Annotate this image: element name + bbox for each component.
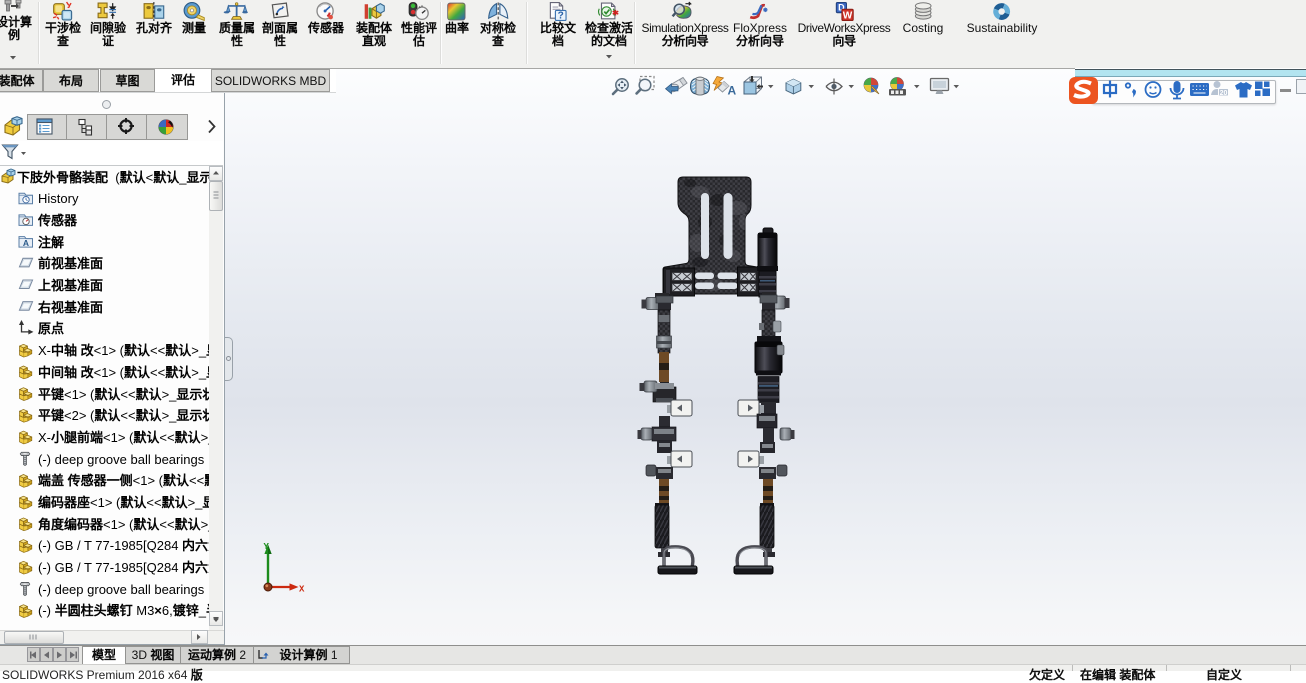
svg-text:20: 20: [1220, 90, 1228, 97]
svg-text:Y: Y: [264, 542, 270, 552]
svg-text:W: W: [843, 10, 853, 21]
svg-text:A: A: [728, 84, 737, 98]
svg-text:?: ?: [558, 11, 564, 22]
svg-text:X: X: [299, 585, 305, 595]
